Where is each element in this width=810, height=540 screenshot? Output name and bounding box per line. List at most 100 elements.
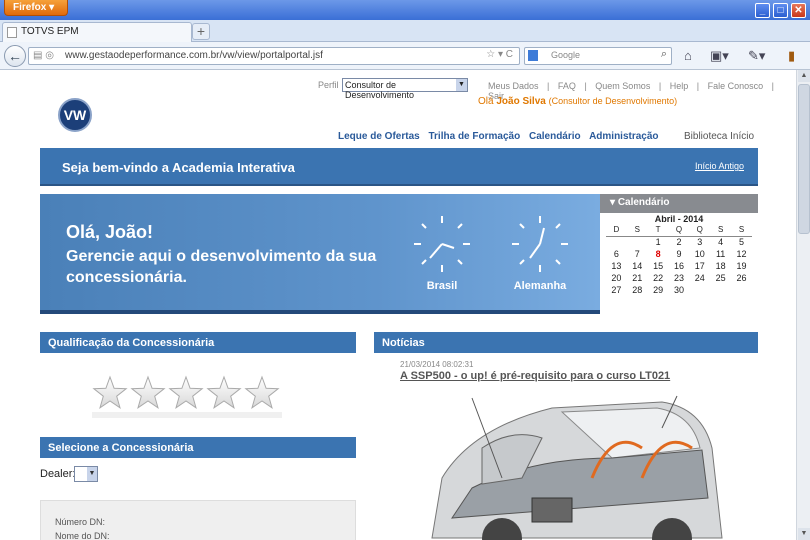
- nav-biblioteca[interactable]: Biblioteca: [684, 131, 727, 142]
- nav-calendario[interactable]: Calendário: [529, 131, 581, 142]
- back-arrow-icon[interactable]: ←: [4, 45, 26, 67]
- calendar-day[interactable]: 17: [689, 260, 710, 272]
- calendar-day[interactable]: 30: [669, 284, 690, 296]
- address-bar[interactable]: ▤ ◎ www.gestaodeperformance.com.br/vw/vi…: [28, 47, 520, 65]
- browser-tab[interactable]: TOTVS EPM: [2, 22, 192, 42]
- welcome-title: Seja bem-vindo a Academia Interativa: [62, 160, 295, 175]
- minimize-icon[interactable]: _: [755, 3, 770, 18]
- calendar-day[interactable]: 5: [731, 236, 752, 248]
- news-headline-link[interactable]: A SSP500 - o up! é pré-requisito para o …: [400, 370, 670, 382]
- calendar-day[interactable]: 9: [669, 248, 690, 260]
- dn-number-label: Número DN:: [55, 517, 106, 527]
- separator: |: [696, 81, 700, 91]
- calendar-day[interactable]: 20: [606, 272, 627, 284]
- new-tab-button[interactable]: +: [192, 23, 210, 40]
- bookmark-star-icon[interactable]: ☆ ▾ C: [486, 49, 513, 60]
- clock-brasil-label: Brasil: [426, 280, 458, 292]
- calendar-day[interactable]: 29: [648, 284, 669, 296]
- calendar-day[interactable]: 21: [627, 272, 648, 284]
- news-car-image[interactable]: [412, 388, 730, 540]
- perfil-select-value: Consultor de Desenvolvimento: [345, 80, 415, 100]
- clock-alemanha: Alemanha: [510, 214, 570, 292]
- calendar-day[interactable]: 16: [669, 260, 690, 272]
- calendar-day[interactable]: 2: [669, 236, 690, 248]
- calendar-day[interactable]: 15: [648, 260, 669, 272]
- separator: |: [584, 81, 587, 91]
- calendar-empty: [627, 236, 648, 248]
- inicio-antigo-link[interactable]: Início Antigo: [695, 161, 744, 171]
- window-titlebar: Firefox ▾ _ □ ✕: [0, 0, 810, 20]
- chevron-down-icon[interactable]: ▼: [456, 79, 467, 91]
- separator: |: [658, 81, 662, 91]
- calendar-day[interactable]: 3: [689, 236, 710, 248]
- site-identity-icon[interactable]: ▤ ◎: [33, 50, 54, 61]
- link-fale-conosco[interactable]: Fale Conosco: [708, 81, 764, 91]
- noticias-header: Notícias: [374, 332, 758, 353]
- welcome-bar: Seja bem-vindo a Academia Interativa Iní…: [40, 148, 758, 186]
- star-icon: [168, 375, 204, 409]
- weekday-header: S: [731, 224, 752, 237]
- qualificacao-header: Qualificação da Concessionária: [40, 332, 356, 353]
- calendar-day[interactable]: 6: [606, 248, 627, 260]
- calendar-day[interactable]: 24: [689, 272, 710, 284]
- calendar-day[interactable]: 22: [648, 272, 669, 284]
- maximize-icon[interactable]: □: [773, 3, 788, 18]
- calendar-day[interactable]: 14: [627, 260, 648, 272]
- google-icon: [528, 50, 538, 61]
- banner-headline: Olá, João!: [66, 222, 154, 242]
- nav-trilha-de-formacao[interactable]: Trilha de Formação: [428, 131, 520, 142]
- calendar-day[interactable]: 10: [689, 248, 710, 260]
- calendar-day[interactable]: 27: [606, 284, 627, 296]
- search-placeholder: Google: [551, 50, 581, 60]
- calendar-day[interactable]: 7: [627, 248, 648, 260]
- main-nav: Leque de Ofertas Trilha de Formação Cale…: [338, 131, 665, 142]
- addon-icon[interactable]: ✎▾: [748, 48, 765, 64]
- calendar-day[interactable]: 4: [710, 236, 731, 248]
- link-meus-dados[interactable]: Meus Dados: [488, 81, 539, 91]
- link-faq[interactable]: FAQ: [558, 81, 576, 91]
- calendar-empty: [710, 284, 731, 296]
- calendar-day[interactable]: 1: [648, 236, 669, 248]
- calendar-title: Calendário: [617, 197, 670, 208]
- calendar-day[interactable]: 12: [731, 248, 752, 260]
- user-role: (Consultor de Desenvolvimento): [548, 96, 678, 106]
- calendar-day[interactable]: 28: [627, 284, 648, 296]
- calendar-day[interactable]: 13: [606, 260, 627, 272]
- tab-title: TOTVS EPM: [21, 26, 79, 37]
- bookmarks-menu-icon[interactable]: ▣▾: [710, 48, 729, 64]
- firefox-menu-button[interactable]: Firefox ▾: [4, 0, 68, 16]
- separator: |: [547, 81, 550, 91]
- link-help[interactable]: Help: [670, 81, 689, 91]
- dealer-select[interactable]: ▼: [74, 466, 98, 482]
- calendar-month: Abril - 2014: [654, 214, 704, 224]
- nav-leque-de-ofertas[interactable]: Leque de Ofertas: [338, 131, 420, 142]
- home-icon[interactable]: ⌂: [684, 48, 692, 63]
- perfil-select[interactable]: Consultor de Desenvolvimento ▼: [342, 78, 468, 100]
- calendar-day[interactable]: 25: [710, 272, 731, 284]
- scrollbar-thumb[interactable]: [798, 84, 810, 234]
- close-icon[interactable]: ✕: [791, 3, 806, 18]
- calendar-day[interactable]: 11: [710, 248, 731, 260]
- firefox-menu-label: Firefox: [13, 2, 47, 13]
- calendar-day[interactable]: 8: [648, 248, 669, 260]
- scroll-up-icon[interactable]: ▲: [798, 70, 810, 82]
- calendar-day[interactable]: 18: [710, 260, 731, 272]
- calendar-empty: [606, 236, 627, 248]
- calendar-day[interactable]: 19: [731, 260, 752, 272]
- search-icon[interactable]: ⌕: [661, 48, 667, 61]
- scroll-down-icon[interactable]: ▼: [798, 528, 810, 540]
- calendar-day[interactable]: 26: [731, 272, 752, 284]
- bookmarks-sidebar-icon[interactable]: ▮: [788, 48, 795, 64]
- chevron-down-icon[interactable]: ▼: [87, 467, 97, 481]
- page-scrollbar[interactable]: ▲ ▼: [796, 70, 810, 540]
- search-input[interactable]: Google ⌕: [524, 47, 672, 65]
- link-quem-somos[interactable]: Quem Somos: [595, 81, 650, 91]
- url-text: www.gestaodeperformance.com.br/vw/view/p…: [65, 50, 323, 61]
- nav-administracao[interactable]: Administração: [589, 131, 658, 142]
- weekday-header: S: [710, 224, 732, 237]
- tab-strip: TOTVS EPM +: [0, 20, 810, 42]
- calendar-header[interactable]: ▾ Calendário: [600, 194, 758, 213]
- calendar-day[interactable]: 23: [669, 272, 690, 284]
- user-name: João Silva: [496, 96, 546, 107]
- nav-inicio[interactable]: Início: [730, 131, 754, 142]
